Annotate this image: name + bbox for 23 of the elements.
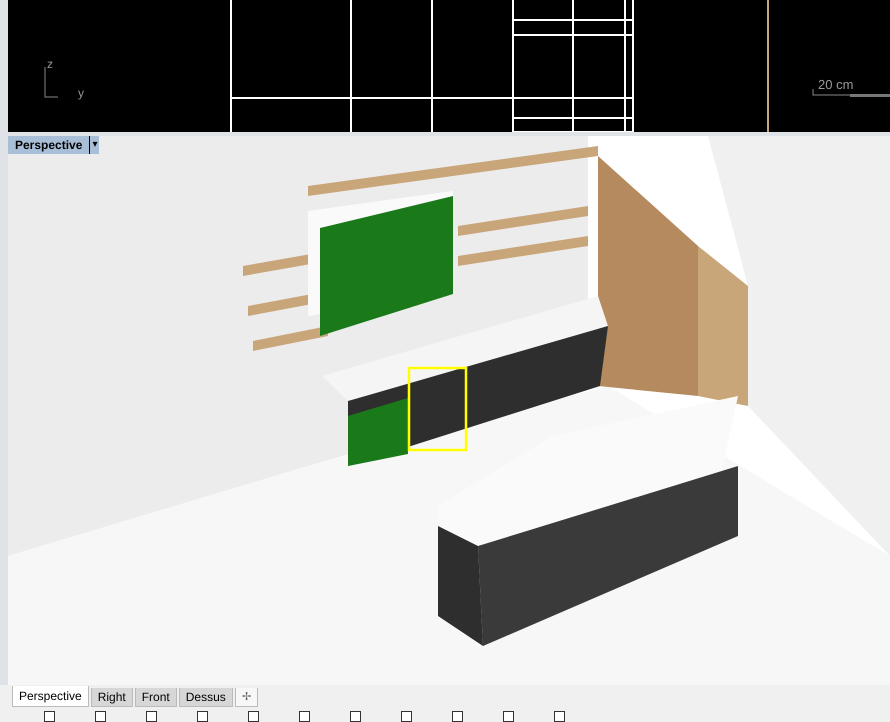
checkbox[interactable] [401,711,412,722]
checkbox[interactable] [452,711,463,722]
checkbox[interactable] [44,711,55,722]
viewport-tab[interactable]: Dessus [178,688,233,707]
viewport-title[interactable]: Perspective [8,136,90,154]
viewport-tab[interactable]: Perspective [12,686,89,707]
scale-bar-icon [812,89,890,97]
add-tab-button[interactable]: ✢ [234,688,258,707]
checkbox[interactable] [299,711,310,722]
checkbox[interactable] [554,711,565,722]
axis-label: z [47,56,53,73]
checkbox[interactable] [350,711,361,722]
viewport-menu-button[interactable]: ▾ [89,136,100,154]
axis-label: y [78,85,84,102]
checkbox[interactable] [197,711,208,722]
scale-label: 20 cm [818,76,854,94]
axis-icon [44,67,58,99]
checkbox[interactable] [95,711,106,722]
checkbox[interactable] [248,711,259,722]
viewport-tab[interactable]: Right [90,688,133,707]
checkbox[interactable] [146,711,157,722]
viewport-tab[interactable]: Front [134,688,177,707]
checkbox[interactable] [503,711,514,722]
